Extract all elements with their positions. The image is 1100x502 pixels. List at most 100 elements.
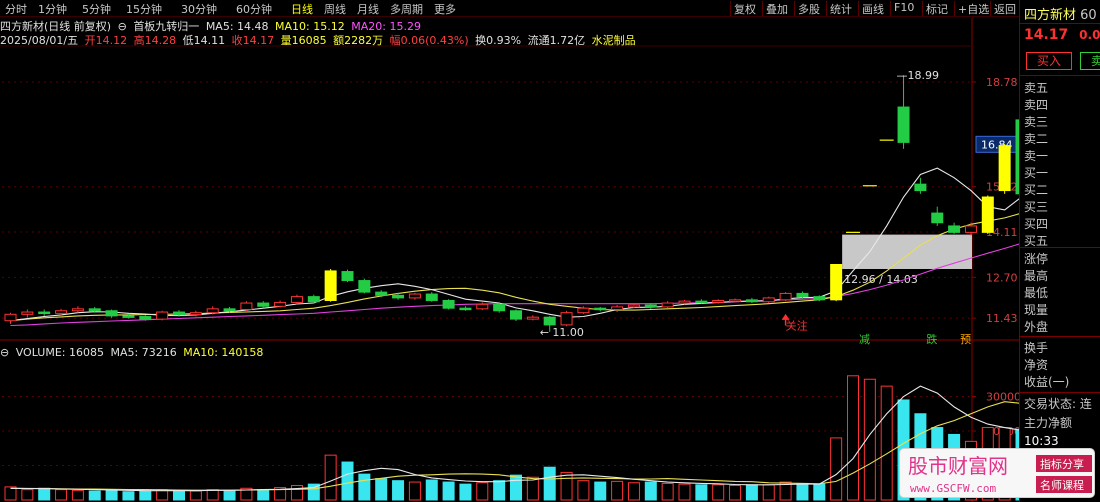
candle-body <box>745 299 758 303</box>
buy-button[interactable]: 买入 <box>1026 52 1072 70</box>
volume-bar <box>796 482 809 501</box>
gear-icon[interactable]: ⊖ <box>0 346 9 359</box>
toolbar-action[interactable]: 标记 <box>926 1 948 17</box>
period-tab[interactable]: 月线 <box>357 1 379 17</box>
toolbar-separator <box>890 1 891 16</box>
sell-button[interactable]: 卖出 <box>1080 52 1100 70</box>
toolbar-action[interactable]: 统计 <box>830 1 852 17</box>
period-tab[interactable]: 15分钟 <box>126 1 162 17</box>
quote-industry[interactable]: 水泥制品 <box>592 34 636 47</box>
candle-body <box>341 271 354 282</box>
candle-body <box>560 312 573 326</box>
candle-body <box>88 308 101 312</box>
main-net-label[interactable]: 主力净额 <box>1024 414 1072 430</box>
volume-bar <box>762 484 775 501</box>
candle-body <box>173 311 185 316</box>
ask-row[interactable]: 卖二 <box>1024 130 1048 146</box>
side-price: 14.17 <box>1024 27 1069 43</box>
period-tab[interactable]: 1分钟 <box>38 1 67 17</box>
candle-body <box>981 196 994 233</box>
bid-row[interactable]: 买二 <box>1024 181 1048 197</box>
candle-body <box>712 299 725 303</box>
period-tab[interactable]: 分时 <box>5 1 27 17</box>
period-tab[interactable]: 5分钟 <box>82 1 111 17</box>
bid-row[interactable]: 买三 <box>1024 198 1048 214</box>
candle-body <box>240 302 253 310</box>
candle-body <box>156 311 169 320</box>
quote-panel: 四方新材 60 14.17 0.06 买入 卖出 卖五卖四卖三卖二卖一买一买二买… <box>1019 0 1100 502</box>
volume-bar <box>425 479 438 501</box>
volume-bar <box>880 385 893 501</box>
toolbar-action[interactable]: F10 <box>894 1 914 14</box>
volume-bar <box>526 476 539 501</box>
volume-bar <box>459 483 472 501</box>
candle-body <box>661 302 674 308</box>
period-tab[interactable]: 更多 <box>434 1 456 17</box>
candle-body <box>38 311 51 315</box>
bid-row[interactable]: 买一 <box>1024 164 1048 180</box>
volume-bar <box>830 437 843 501</box>
candle-body <box>358 280 371 293</box>
candle-body <box>779 292 792 301</box>
candle-body <box>998 145 1011 192</box>
candle-body <box>813 296 826 301</box>
candle-body <box>510 310 522 320</box>
toolbar-action[interactable]: 返回 <box>994 1 1016 17</box>
stat-row: 现量 <box>1024 303 1049 317</box>
volume-bar <box>290 485 303 501</box>
volume-bar <box>21 489 34 501</box>
ask-row[interactable]: 卖三 <box>1024 113 1048 129</box>
volume-bar <box>510 474 522 501</box>
period-tab[interactable]: 日线 <box>291 1 313 17</box>
toolbar-action[interactable]: +自选 <box>958 1 989 17</box>
divider <box>1020 392 1100 393</box>
stat-row: 涨停 <box>1024 252 1049 266</box>
volume-bar <box>560 471 573 501</box>
volume-bar <box>695 484 708 501</box>
volume-bar <box>577 480 590 501</box>
candle-body <box>543 316 556 326</box>
trade-status: 交易状态: 连 <box>1024 397 1092 411</box>
kline-chart[interactable]: 18.7815.5214.1112.7011.43300002000010000… <box>0 0 1019 502</box>
svg-text:股市财富网: 股市财富网 <box>908 454 1008 478</box>
volume-bar <box>88 490 101 501</box>
period-tab[interactable]: 60分钟 <box>236 1 272 17</box>
volume-bar <box>813 483 826 501</box>
volume-bar <box>712 484 725 501</box>
volume-bar <box>729 485 742 501</box>
ask-row[interactable]: 卖四 <box>1024 96 1048 112</box>
toolbar-action[interactable]: 多股 <box>798 1 820 17</box>
period-tab[interactable]: 周线 <box>324 1 346 17</box>
bid-row[interactable]: 买四 <box>1024 215 1048 231</box>
volume-bar <box>611 480 624 501</box>
candle-body <box>105 310 118 317</box>
quote-change: 幅0.06(0.43%) <box>389 34 469 47</box>
price-tick-label: 11.43 <box>986 312 1018 325</box>
period-tab[interactable]: 多周期 <box>390 1 423 17</box>
ask-row[interactable]: 卖五 <box>1024 79 1048 95</box>
candle-body <box>21 311 34 315</box>
quote-high: 高14.28 <box>133 34 177 47</box>
toolbar-action[interactable]: 画线 <box>862 1 884 17</box>
toolbar-action[interactable]: 复权 <box>734 1 756 17</box>
candle-body <box>627 304 640 308</box>
volume-bar <box>375 478 388 501</box>
bid-row[interactable]: 买五 <box>1024 232 1048 248</box>
stat2-row: 收益(一) <box>1024 375 1070 389</box>
ask-row[interactable]: 卖一 <box>1024 147 1048 163</box>
quote-turnover: 换0.93% <box>475 34 522 47</box>
volume-bar <box>358 473 371 501</box>
candle-body <box>324 270 337 301</box>
candle-body <box>493 303 506 312</box>
high-label: —18.99 <box>897 69 940 82</box>
divider <box>1020 336 1100 337</box>
volume-bar <box>745 484 758 501</box>
side-change: 0.06 <box>1079 28 1100 42</box>
period-tab[interactable]: 30分钟 <box>181 1 217 17</box>
side-price-row: 14.17 0.06 <box>1024 27 1100 43</box>
candle-body <box>206 308 219 314</box>
volume-bar <box>55 489 68 501</box>
volume-bar <box>644 481 657 501</box>
toolbar-action[interactable]: 叠加 <box>766 1 788 17</box>
quote-date: 2025/08/01/五 <box>0 34 79 47</box>
